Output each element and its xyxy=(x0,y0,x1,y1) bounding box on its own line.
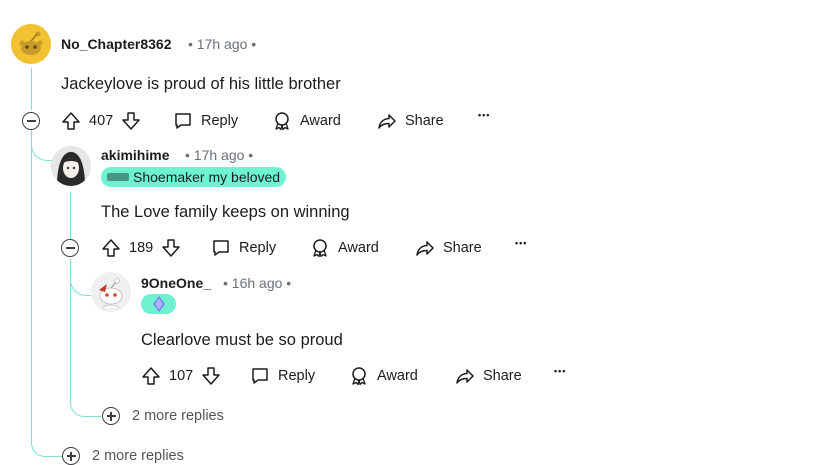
avatar[interactable] xyxy=(11,24,51,64)
award-button[interactable]: Award xyxy=(349,366,418,386)
share-button[interactable]: Share xyxy=(455,366,522,386)
share-label: Share xyxy=(443,240,482,256)
more-replies-link[interactable]: 2 more replies xyxy=(92,448,184,464)
snoo-avatar-icon xyxy=(91,272,131,312)
share-label: Share xyxy=(483,368,522,384)
comment-username[interactable]: akimihime xyxy=(101,147,169,163)
comment-username[interactable]: No_Chapter8362 xyxy=(61,36,172,52)
user-flair xyxy=(141,294,176,314)
award-icon xyxy=(352,367,366,386)
award-icon xyxy=(313,239,327,258)
user-avatar-image xyxy=(51,146,91,186)
more-replies-link[interactable]: 2 more replies xyxy=(132,408,224,424)
comment-body: The Love family keeps on winning xyxy=(101,203,350,221)
comment-body: Clearlove must be so proud xyxy=(141,331,343,349)
upvote-icon[interactable] xyxy=(61,111,81,131)
expand-icon[interactable] xyxy=(62,447,80,465)
award-label: Award xyxy=(338,240,379,256)
comment-timestamp: • 17h ago • xyxy=(188,36,257,52)
upvote-icon[interactable] xyxy=(101,238,121,258)
reply-icon xyxy=(175,113,191,129)
vote-bar: 407 xyxy=(61,111,141,131)
avatar[interactable] xyxy=(51,146,91,186)
more-options-button[interactable]: ••• xyxy=(478,110,490,120)
reply-label: Reply xyxy=(201,113,239,129)
award-button[interactable]: Award xyxy=(272,111,341,131)
thread-connector xyxy=(31,424,62,457)
upvote-icon[interactable] xyxy=(141,366,161,386)
flair-text: Shoemaker my beloved xyxy=(133,169,281,185)
thread-line-level-2[interactable] xyxy=(70,192,71,239)
thread-connector xyxy=(70,385,101,417)
share-icon xyxy=(456,369,474,384)
more-options-button[interactable]: ••• xyxy=(554,366,566,376)
comment-timestamp: • 16h ago • xyxy=(223,275,292,291)
share-icon xyxy=(416,241,434,256)
downvote-icon[interactable] xyxy=(161,238,181,258)
vote-count: 407 xyxy=(89,113,114,129)
diamond-flair-icon xyxy=(152,296,165,312)
award-label: Award xyxy=(377,368,418,384)
downvote-icon[interactable] xyxy=(201,366,221,386)
thread-connector xyxy=(31,130,52,161)
share-icon xyxy=(378,114,396,129)
user-flair: Shoemaker my beloved xyxy=(101,167,287,187)
comment-username[interactable]: 9OneOne_ xyxy=(141,275,211,291)
vote-bar: 189 xyxy=(101,238,181,258)
reply-button[interactable]: Reply xyxy=(250,366,315,386)
downvote-icon[interactable] xyxy=(121,111,141,131)
reply-icon xyxy=(213,240,229,256)
reply-button[interactable]: Reply xyxy=(211,238,276,258)
share-label: Share xyxy=(405,113,444,129)
thread-line-level-1[interactable] xyxy=(31,132,32,437)
avatar[interactable] xyxy=(91,272,131,312)
share-button[interactable]: Share xyxy=(415,238,482,258)
reply-button[interactable]: Reply xyxy=(173,111,238,131)
vote-count: 107 xyxy=(169,368,194,384)
vote-bar: 107 xyxy=(141,366,221,386)
flair-emoji-icon xyxy=(107,173,129,181)
reply-label: Reply xyxy=(278,368,316,384)
snoo-avatar-icon xyxy=(11,24,51,64)
expand-icon[interactable] xyxy=(102,407,120,425)
thread-connector xyxy=(70,259,91,296)
comment-timestamp: • 17h ago • xyxy=(185,147,254,163)
reply-icon xyxy=(252,368,268,384)
reply-label: Reply xyxy=(239,240,277,256)
award-button[interactable]: Award xyxy=(310,238,379,258)
award-label: Award xyxy=(300,113,341,129)
comment-body: Jackeylove is proud of his little brothe… xyxy=(61,75,341,93)
share-button[interactable]: Share xyxy=(377,111,444,131)
collapse-icon[interactable] xyxy=(61,239,79,257)
collapse-icon[interactable] xyxy=(22,112,40,130)
vote-count: 189 xyxy=(129,240,154,256)
thread-line-level-1[interactable] xyxy=(31,68,32,110)
more-options-button[interactable]: ••• xyxy=(515,238,527,248)
award-icon xyxy=(275,112,289,131)
